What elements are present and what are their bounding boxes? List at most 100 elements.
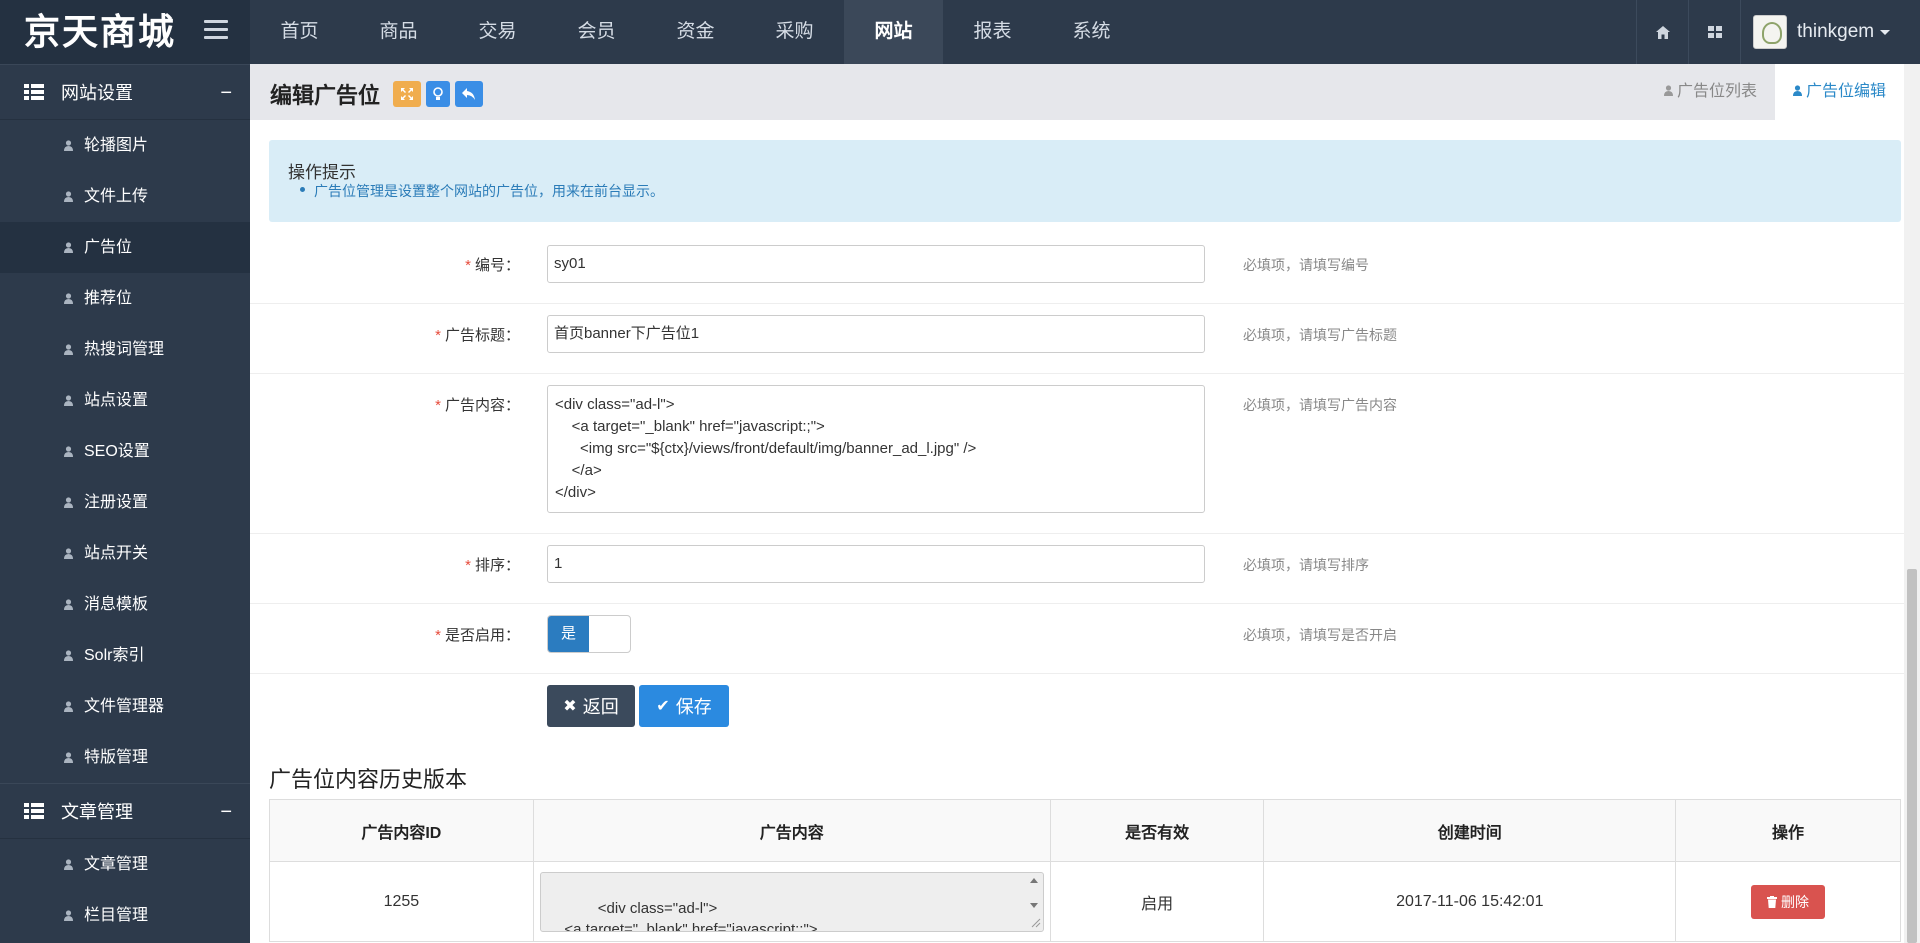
table-row: 1255 <div class="ad-l"> <a target="_blan… bbox=[269, 861, 1901, 942]
top-nav-goods[interactable]: 商品 bbox=[349, 0, 448, 64]
sidebar-item-article-manage[interactable]: 文章管理 bbox=[0, 839, 250, 890]
sidebar-item-file-upload[interactable]: 文件上传 bbox=[0, 171, 250, 222]
user-icon bbox=[64, 140, 73, 151]
sidebar-item-carousel[interactable]: 轮播图片 bbox=[0, 120, 250, 171]
sidebar-item-solr[interactable]: Solr索引 bbox=[0, 630, 250, 681]
list-icon bbox=[24, 84, 44, 101]
main-scrollbar[interactable] bbox=[1904, 64, 1920, 943]
sidebar-item-label: 文件上传 bbox=[84, 188, 149, 205]
sidebar-group-articles[interactable]: 文章管理 − bbox=[0, 783, 250, 839]
form-row-title: * 广告标题： 首页banner下广告位1 必填项，请填写广告标题 bbox=[250, 304, 1904, 374]
form-row-enabled: * 是否启用： 是 必填项，请填写是否开启 bbox=[250, 604, 1904, 674]
sidebar-group-title: 文章管理 bbox=[61, 802, 134, 822]
sidebar-item-label: 轮播图片 bbox=[84, 137, 149, 154]
user-icon bbox=[64, 599, 73, 610]
form-row-sort: * 排序： 1 必填项，请填写排序 bbox=[250, 534, 1904, 604]
field-label: * 排序： bbox=[465, 557, 520, 574]
fullscreen-button[interactable] bbox=[393, 81, 421, 107]
collapse-icon[interactable]: − bbox=[220, 784, 232, 840]
top-nav-website[interactable]: 网站 bbox=[844, 0, 943, 64]
menu-toggle-icon[interactable] bbox=[204, 20, 228, 42]
sidebar-item-ad-position[interactable]: 广告位 bbox=[0, 222, 250, 273]
delete-label: 删除 bbox=[1781, 893, 1810, 910]
content-textarea[interactable]: <div class="ad-l"> <a target="_blank" hr… bbox=[547, 385, 1205, 513]
column-header: 广告内容ID bbox=[269, 799, 534, 862]
tab-label: 广告位编辑 bbox=[1805, 83, 1886, 100]
sidebar-item-register[interactable]: 注册设置 bbox=[0, 477, 250, 528]
tips-panel: 操作提示 广告位管理是设置整个网站的广告位，用来在前台显示。 bbox=[269, 140, 1901, 222]
top-nav-funds[interactable]: 资金 bbox=[646, 0, 745, 64]
sidebar-item-seo[interactable]: SEO设置 bbox=[0, 426, 250, 477]
tips-title: 操作提示 bbox=[288, 163, 356, 182]
help-button[interactable] bbox=[426, 81, 450, 107]
top-bar: 京天商城 首页 商品 交易 会员 资金 采购 网站 报表 系统 thinkgem bbox=[0, 0, 1920, 64]
title-input[interactable]: 首页banner下广告位1 bbox=[547, 315, 1205, 353]
user-name: thinkgem bbox=[1797, 21, 1875, 42]
sidebar-item-hot-search[interactable]: 热搜词管理 bbox=[0, 324, 250, 375]
user-menu[interactable]: thinkgem bbox=[1740, 0, 1920, 64]
delete-button[interactable]: 删除 bbox=[1751, 884, 1826, 919]
created-time-cell: 2017-11-06 15:42:01 bbox=[1263, 861, 1677, 942]
sidebar-item-site-settings[interactable]: 站点设置 bbox=[0, 375, 250, 426]
tab-ad-edit[interactable]: 广告位编辑 bbox=[1774, 64, 1904, 120]
content-preview-text: <div class="ad-l"> <a target="_blank" hr… bbox=[564, 899, 818, 932]
back-button[interactable] bbox=[455, 81, 483, 107]
apps-button[interactable] bbox=[1688, 0, 1740, 64]
main-content: 编辑广告位 广告位列表 广告位编辑 操作提示 广告位管理是设置整个网站的广告位，… bbox=[250, 64, 1920, 943]
back-form-button[interactable]: ✖ 返回 bbox=[547, 685, 635, 727]
lightbulb-icon bbox=[433, 87, 443, 100]
top-nav-reports[interactable]: 报表 bbox=[943, 0, 1042, 64]
top-nav-trade[interactable]: 交易 bbox=[448, 0, 547, 64]
sidebar-item-message-template[interactable]: 消息模板 bbox=[0, 579, 250, 630]
home-icon bbox=[1655, 25, 1670, 39]
user-icon bbox=[1663, 85, 1673, 96]
status-cell: 启用 bbox=[1049, 861, 1265, 942]
code-input[interactable]: sy01 bbox=[547, 245, 1205, 283]
sidebar-item-file-manager[interactable]: 文件管理器 bbox=[0, 681, 250, 732]
grid-icon bbox=[1707, 26, 1722, 38]
scrollbar-thumb[interactable] bbox=[1907, 569, 1917, 943]
tab-ad-list[interactable]: 广告位列表 bbox=[1646, 64, 1775, 120]
field-hint: 必填项，请填写排序 bbox=[1243, 557, 1369, 573]
trash-icon bbox=[1767, 895, 1778, 908]
top-nav-system[interactable]: 系统 bbox=[1042, 0, 1141, 64]
action-cell: 删除 bbox=[1675, 861, 1901, 942]
avatar bbox=[1753, 15, 1787, 49]
user-icon bbox=[64, 910, 73, 921]
content-id-cell: 1255 bbox=[269, 861, 534, 942]
field-label: * 广告内容： bbox=[435, 397, 520, 414]
scrollbar-arrows-icon[interactable] bbox=[1027, 875, 1041, 929]
sidebar-item-special-edition[interactable]: 特版管理 bbox=[0, 732, 250, 783]
user-icon bbox=[64, 446, 73, 457]
top-nav: 首页 商品 交易 会员 资金 采购 网站 报表 系统 bbox=[250, 0, 1141, 64]
field-hint: 必填项，请填写是否开启 bbox=[1243, 627, 1397, 643]
table-header-row: 广告内容ID 广告内容 是否有效 创建时间 操作 bbox=[269, 799, 1901, 862]
sidebar-item-column-manage[interactable]: 栏目管理 bbox=[0, 890, 250, 941]
form-row-code: * 编号： sy01 必填项，请填写编号 bbox=[250, 234, 1904, 304]
enabled-toggle[interactable]: 是 bbox=[547, 615, 631, 653]
sidebar-item-site-switch[interactable]: 站点开关 bbox=[0, 528, 250, 579]
sidebar-item-label: 栏目管理 bbox=[84, 907, 149, 924]
sidebar-item-label: 消息模板 bbox=[84, 596, 149, 613]
sidebar-item-recommend[interactable]: 推荐位 bbox=[0, 273, 250, 324]
user-icon bbox=[1792, 85, 1802, 96]
history-table: 广告内容ID 广告内容 是否有效 创建时间 操作 1255 <div class… bbox=[269, 799, 1901, 942]
reply-icon bbox=[462, 88, 475, 100]
home-button[interactable] bbox=[1636, 0, 1688, 64]
column-header: 广告内容 bbox=[532, 799, 1051, 862]
sort-input[interactable]: 1 bbox=[547, 545, 1205, 583]
top-nav-home[interactable]: 首页 bbox=[250, 0, 349, 64]
page-title: 编辑广告位 bbox=[270, 83, 381, 108]
collapse-icon[interactable]: − bbox=[220, 65, 232, 121]
save-button[interactable]: ✔ 保存 bbox=[639, 685, 729, 727]
top-nav-purchase[interactable]: 采购 bbox=[745, 0, 844, 64]
sidebar: 网站设置 − 轮播图片 文件上传 广告位 推荐位 热搜词管理 站点设置 SEO设… bbox=[0, 64, 250, 943]
sidebar-item-label: 特版管理 bbox=[84, 749, 149, 766]
user-icon bbox=[64, 548, 73, 559]
top-nav-member[interactable]: 会员 bbox=[547, 0, 646, 64]
expand-icon bbox=[401, 88, 413, 100]
content-preview-textarea[interactable]: <div class="ad-l"> <a target="_blank" hr… bbox=[539, 871, 1044, 932]
sidebar-group-website-settings[interactable]: 网站设置 − bbox=[0, 64, 250, 120]
save-label: 保存 bbox=[675, 697, 712, 717]
sidebar-item-label: 注册设置 bbox=[84, 494, 149, 511]
